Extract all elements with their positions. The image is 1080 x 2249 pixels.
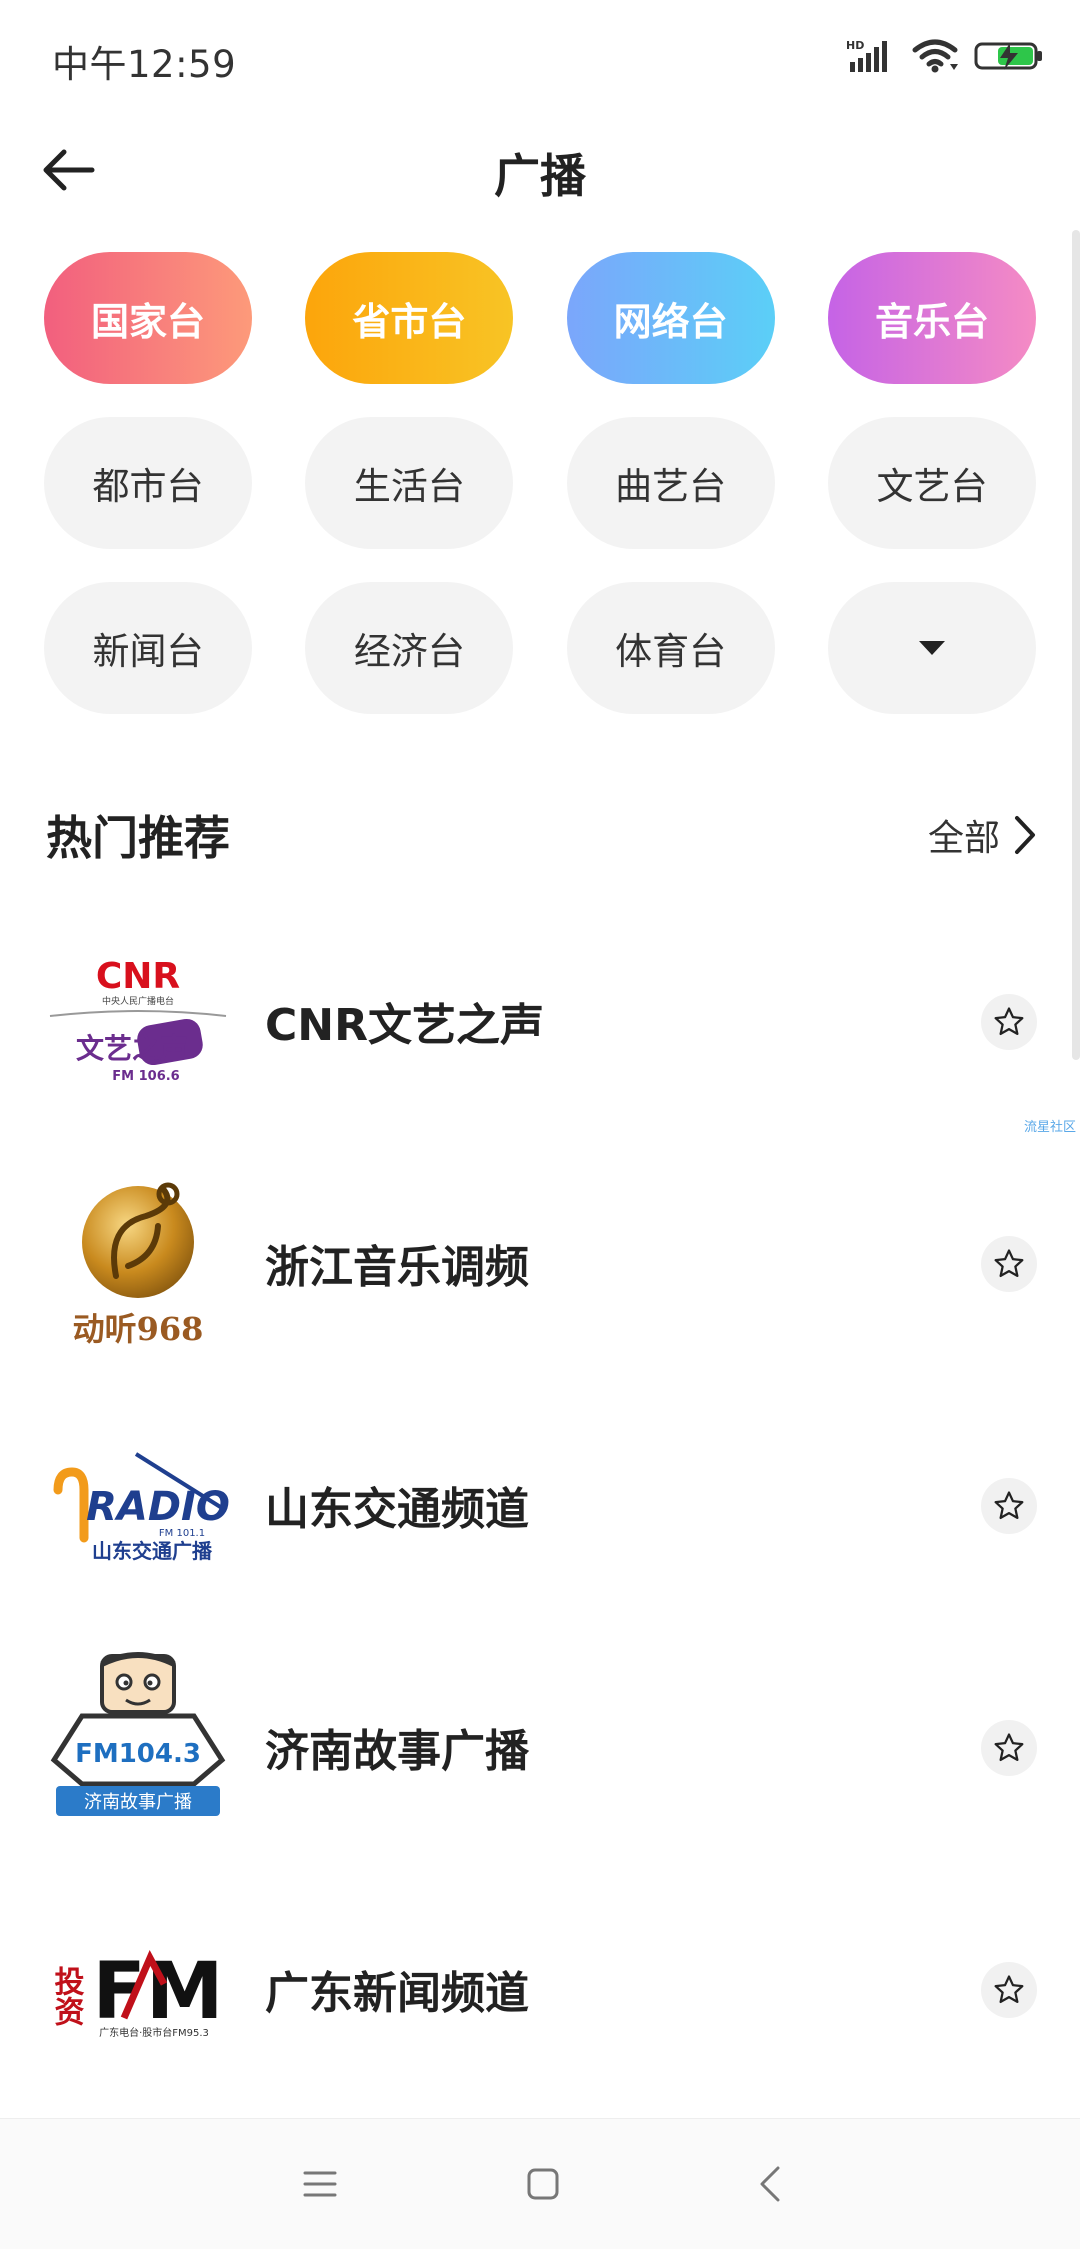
station-list: CNR 中央人民广播电台 文艺之声 FM 106.6 CNR文艺之声 动听968… [0, 900, 1080, 2110]
category-row-3: 新闻台 经济台 体育台 [44, 582, 1036, 714]
scrollbar[interactable] [1072, 230, 1080, 1060]
category-arts[interactable]: 文艺台 [827, 417, 1036, 549]
svg-text:FM104.3: FM104.3 [75, 1739, 201, 1769]
caret-down-icon [918, 641, 945, 655]
menu-icon [303, 2171, 337, 2197]
see-all-button[interactable]: 全部 [928, 809, 1036, 861]
station-logo: FM104.3 济南故事广播 [50, 1652, 226, 1816]
svg-text:FM 106.6: FM 106.6 [112, 1069, 179, 1084]
station-item[interactable]: CNR 中央人民广播电台 文艺之声 FM 106.6 CNR文艺之声 [0, 900, 1080, 1142]
category-network[interactable]: 网络台 [566, 252, 775, 384]
station-logo: RADIO FM 101.1 山东交通广播 [53, 1452, 230, 1563]
home-button[interactable] [513, 2159, 573, 2209]
svg-text:FM: FM [93, 1947, 224, 2037]
star-icon [994, 1733, 1024, 1762]
station-logo: 动听968 [73, 1182, 204, 1348]
category-row-2: 都市台 生活台 曲艺台 文艺台 [44, 417, 1036, 549]
see-all-label: 全部 [927, 818, 1000, 859]
category-grid: 国家台 省市台 网络台 音乐台 都市台 生活台 曲艺台 文艺台 新闻台 经济台 … [44, 252, 1036, 747]
category-news[interactable]: 新闻台 [44, 582, 252, 714]
chevron-left-icon [760, 2166, 780, 2202]
category-economy[interactable]: 经济台 [305, 582, 514, 714]
battery-charging-icon [974, 42, 1042, 70]
star-icon [994, 1975, 1024, 2004]
category-music[interactable]: 音乐台 [827, 252, 1036, 384]
favorite-button[interactable] [981, 1236, 1037, 1292]
signal-icon: HD [846, 39, 887, 72]
favorite-button[interactable] [981, 994, 1037, 1050]
station-name: 济南故事广播 [265, 1726, 529, 1777]
category-national[interactable]: 国家台 [44, 252, 252, 384]
favorite-button[interactable] [981, 1478, 1037, 1534]
svg-text:山东交通广播: 山东交通广播 [92, 1539, 213, 1563]
hot-section-header: 热门推荐 全部 [46, 800, 1036, 870]
station-name: 广东新闻频道 [265, 1968, 529, 2019]
category-row-featured: 国家台 省市台 网络台 音乐台 [44, 252, 1036, 384]
svg-text:动听968: 动听968 [73, 1310, 204, 1348]
watermark: 流星社区 [1023, 1120, 1076, 1135]
svg-text:FM 101.1: FM 101.1 [159, 1528, 205, 1539]
svg-text:文艺之声: 文艺之声 [76, 1032, 188, 1065]
station-item[interactable]: RADIO FM 101.1 山东交通广播 山东交通频道 [0, 1384, 1080, 1626]
status-time: 中午12:59 [52, 43, 237, 86]
station-item[interactable]: 动听968 浙江音乐调频 [0, 1142, 1080, 1384]
station-name: 山东交通频道 [265, 1484, 529, 1535]
expand-categories-button[interactable] [827, 582, 1036, 714]
system-nav-bar [0, 2118, 1080, 2249]
star-icon [994, 1007, 1024, 1036]
status-bar: 中午12:59 HD [0, 0, 1080, 110]
station-name: 浙江音乐调频 [265, 1242, 529, 1293]
app-header: 广播 [0, 110, 1080, 230]
section-title: 热门推荐 [46, 811, 230, 865]
menu-button[interactable] [290, 2159, 350, 2209]
category-provincial[interactable]: 省市台 [305, 252, 514, 384]
station-item[interactable]: FM104.3 济南故事广播 济南故事广播 [0, 1626, 1080, 1868]
svg-text:中央人民广播电台: 中央人民广播电台 [102, 995, 174, 1007]
hd-label: HD [846, 39, 864, 52]
station-logo: 投资 FM 广东电台·股市台FM95.3 [49, 1947, 224, 2039]
chevron-right-icon [1015, 816, 1035, 854]
favorite-button[interactable] [981, 1962, 1037, 2018]
station-name: CNR文艺之声 [265, 1000, 544, 1051]
category-city[interactable]: 都市台 [44, 417, 252, 549]
category-sports[interactable]: 体育台 [566, 582, 775, 714]
favorite-button[interactable] [981, 1720, 1037, 1776]
category-life[interactable]: 生活台 [305, 417, 514, 549]
star-icon [994, 1491, 1024, 1520]
system-back-button[interactable] [740, 2159, 800, 2209]
svg-text:广东电台·股市台FM95.3: 广东电台·股市台FM95.3 [99, 2026, 209, 2039]
category-opera[interactable]: 曲艺台 [566, 417, 775, 549]
wifi-icon [912, 39, 958, 73]
page-title: 广播 [494, 149, 586, 203]
station-logo: CNR 中央人民广播电台 文艺之声 FM 106.6 [49, 956, 227, 1084]
svg-text:RADIO: RADIO [86, 1484, 230, 1530]
svg-text:投资: 投资 [49, 1966, 85, 2026]
svg-text:CNR: CNR [96, 956, 180, 997]
svg-text:济南故事广播: 济南故事广播 [84, 1792, 192, 1813]
star-icon [994, 1249, 1024, 1278]
square-icon [527, 2168, 559, 2200]
status-icons: HD [846, 36, 1044, 76]
station-item[interactable]: 投资 FM 广东电台·股市台FM95.3 广东新闻频道 [0, 1868, 1080, 2110]
